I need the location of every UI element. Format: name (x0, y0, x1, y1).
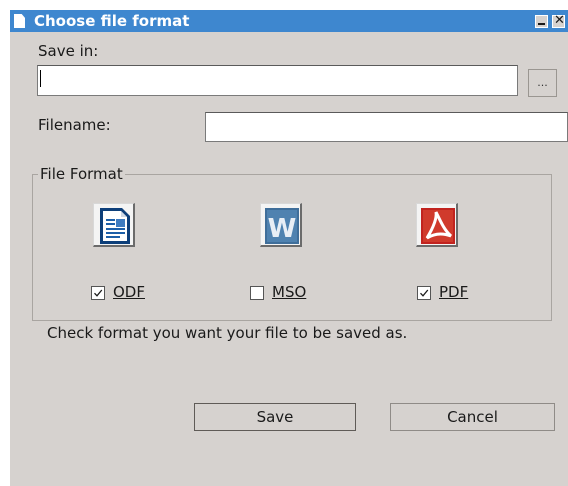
odf-label[interactable]: ODF (113, 283, 145, 301)
title-bar[interactable]: Choose file format ✕ (10, 10, 568, 32)
filename-input[interactable] (205, 112, 568, 142)
minimize-button[interactable] (535, 15, 548, 28)
mso-label[interactable]: MSO (272, 283, 306, 301)
pdf-icon[interactable] (416, 203, 458, 247)
svg-text:W: W (268, 214, 297, 244)
cancel-button[interactable]: Cancel (390, 403, 555, 431)
odf-checkbox[interactable] (91, 286, 105, 300)
pdf-checkbox[interactable] (417, 286, 431, 300)
text-cursor (40, 70, 41, 87)
save-in-label: Save in: (38, 42, 99, 60)
close-icon: ✕ (554, 13, 565, 28)
close-button[interactable]: ✕ (552, 13, 565, 28)
choose-file-format-dialog: Choose file format ✕ Save in: ... Filena… (10, 10, 568, 486)
odf-check-mark (94, 289, 103, 297)
filename-label: Filename: (38, 116, 111, 134)
mso-checkbox[interactable] (250, 286, 264, 300)
pdf-label[interactable]: PDF (439, 283, 468, 301)
hint-text: Check format you want your file to be sa… (47, 324, 408, 342)
file-format-legend: File Format (38, 165, 125, 183)
save-button[interactable]: Save (194, 403, 356, 431)
ms-word-icon[interactable]: W (260, 203, 302, 247)
save-in-input[interactable] (37, 65, 518, 96)
browse-button[interactable]: ... (528, 69, 557, 97)
pdf-check-mark (420, 289, 429, 297)
odf-document-icon[interactable] (93, 203, 135, 247)
window-title: Choose file format (34, 12, 190, 30)
document-icon (14, 14, 25, 28)
